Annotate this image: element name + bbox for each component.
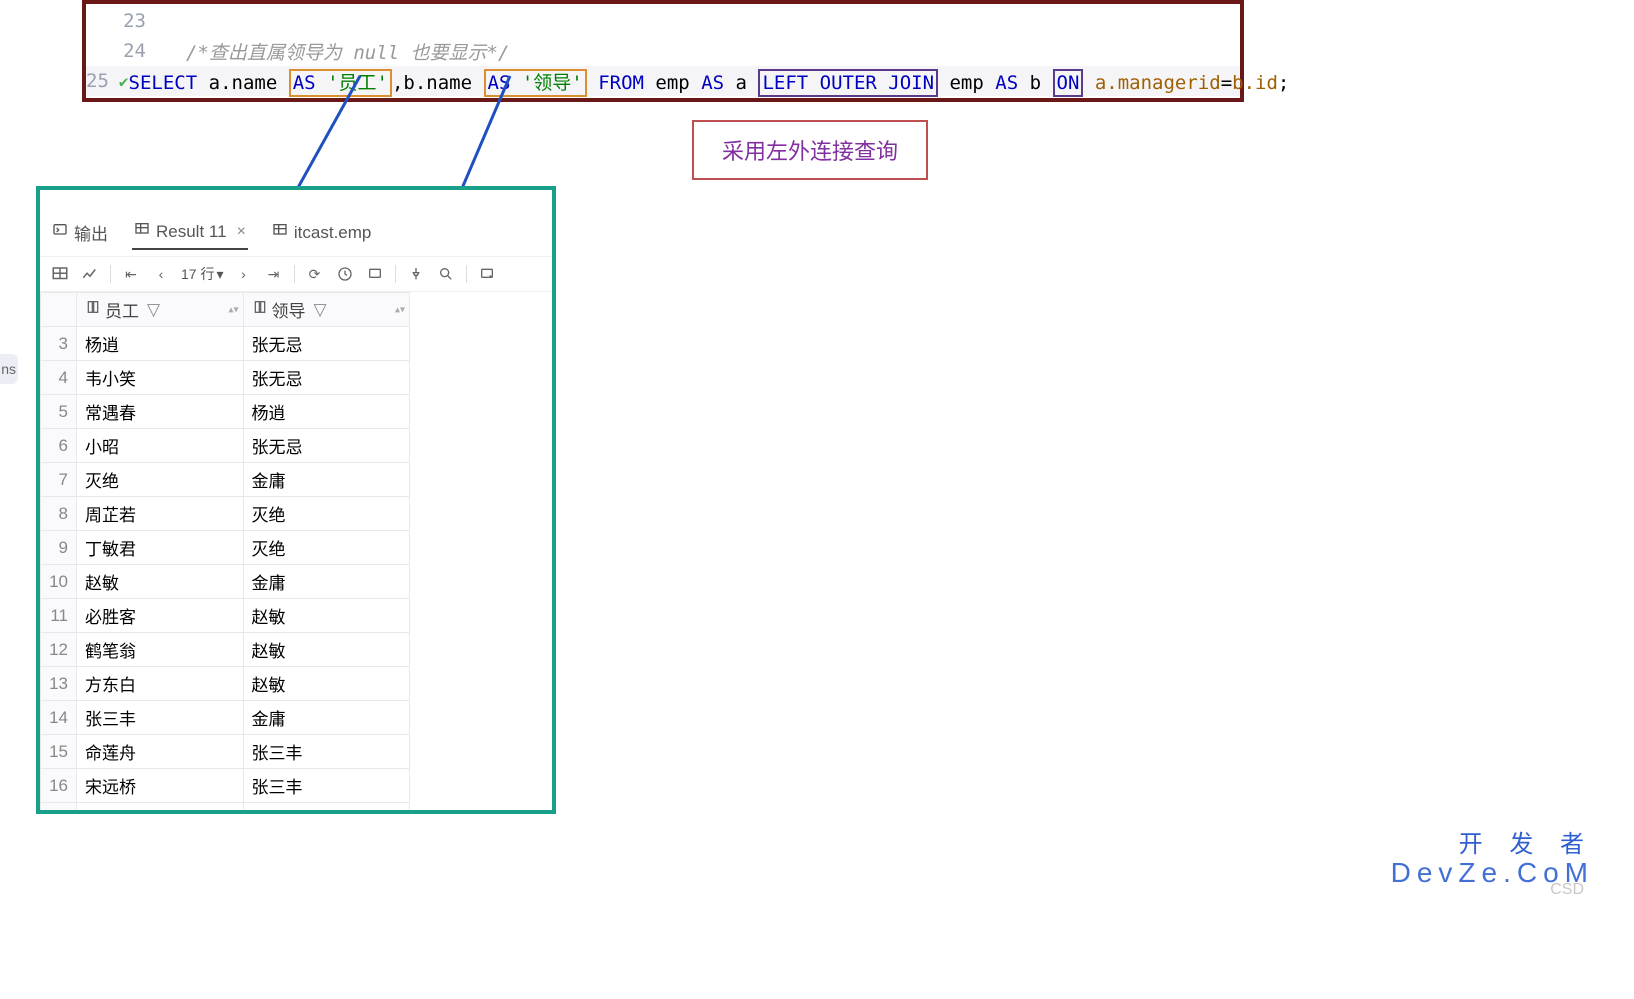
alias-box-2: AS '领导': [484, 69, 587, 97]
col-header-leader[interactable]: 领导 ▽ ▴▾: [243, 293, 410, 327]
export-icon[interactable]: [477, 264, 497, 284]
pin-icon[interactable]: [406, 264, 426, 284]
annotation-callout: 采用左外连接查询: [692, 120, 928, 180]
tab-table[interactable]: itcast.emp: [270, 216, 373, 249]
table-row[interactable]: 10赵敏金庸: [41, 565, 410, 599]
col-header-employee[interactable]: 员工 ▽ ▴▾: [77, 293, 244, 327]
code-editor[interactable]: 23 24 /*查出直属领导为 null 也要显示*/ 25 ✔ SELECT …: [82, 0, 1244, 102]
code-line-24: 24 /*查出直属领导为 null 也要显示*/: [86, 36, 1240, 66]
table-row[interactable]: 6小昭张无忌: [41, 429, 410, 463]
watermark-csdn: CSD: [1550, 881, 1584, 899]
code-line-25[interactable]: 25 ✔ SELECT a.name AS '员工',b.name AS '领导…: [86, 66, 1240, 96]
result-panel: 输出 Result 11 × itcast.emp ⇤ ‹ 17 行 ▾ › ⇥…: [36, 186, 556, 814]
watermark-text-1: 开 发 者: [1459, 824, 1594, 859]
next-page-icon[interactable]: ›: [234, 264, 254, 284]
table-row[interactable]: 14张三丰金庸: [41, 701, 410, 735]
alias-box-1: AS '员工': [289, 69, 392, 97]
filter-icon[interactable]: ▽: [314, 300, 327, 320]
revert-icon[interactable]: [365, 264, 385, 284]
table-row[interactable]: 7灭绝金庸: [41, 463, 410, 497]
table-row[interactable]: 9丁敏君灭绝: [41, 531, 410, 565]
tab-output[interactable]: 输出: [50, 214, 110, 251]
grid-view-icon[interactable]: [50, 264, 70, 284]
chart-view-icon[interactable]: [80, 264, 100, 284]
gutter-check-icon: ✔: [119, 72, 129, 91]
sort-icon[interactable]: ▴▾: [228, 304, 238, 315]
comment-text: /*查出直属领导为 null 也要显示*/: [186, 42, 509, 64]
join-box: LEFT OUTER JOIN: [758, 69, 938, 97]
table-row[interactable]: 4韦小笑张无忌: [41, 361, 410, 395]
callout-text: 采用左外连接查询: [722, 139, 898, 164]
rownum-header: [41, 293, 77, 327]
tab-result[interactable]: Result 11 ×: [132, 215, 248, 250]
kw-select: SELECT: [129, 72, 198, 94]
row-count[interactable]: 17 行 ▾: [181, 264, 224, 284]
table-icon: [272, 222, 288, 243]
table-row[interactable]: 8周芷若灭绝: [41, 497, 410, 531]
line-number: 24: [86, 40, 156, 62]
on-box: ON: [1053, 69, 1084, 97]
last-page-icon[interactable]: ⇥: [264, 264, 284, 284]
table-row[interactable]: 5常遇春杨逍: [41, 395, 410, 429]
table-body: 3杨逍张无忌 4韦小笑张无忌 5常遇春杨逍 6小昭张无忌 7灭绝金庸 8周芷若灭…: [41, 327, 410, 815]
search-icon[interactable]: [436, 264, 456, 284]
table-row[interactable]: 17陈友琮金庸: [41, 803, 410, 815]
refresh-icon[interactable]: ⟳: [305, 264, 325, 284]
table-row[interactable]: 15命莲舟张三丰: [41, 735, 410, 769]
filter-icon[interactable]: ▽: [147, 300, 160, 320]
grid-icon: [134, 221, 150, 242]
line-number: 23: [86, 10, 156, 32]
result-table-wrap[interactable]: 员工 ▽ ▴▾ 领导 ▽ ▴▾ 3杨逍张无忌 4韦小笑张无忌 5常遇春杨逍 6小…: [40, 292, 552, 814]
column-icon: [252, 299, 268, 320]
line-number: 25: [86, 70, 119, 92]
prev-page-icon[interactable]: ‹: [151, 264, 171, 284]
table-row[interactable]: 12鹤笔翁赵敏: [41, 633, 410, 667]
column-icon: [85, 299, 101, 320]
result-tabs: 输出 Result 11 × itcast.emp: [40, 210, 552, 256]
table-row[interactable]: 13方东白赵敏: [41, 667, 410, 701]
table-row[interactable]: 11必胜客赵敏: [41, 599, 410, 633]
table-row[interactable]: 3杨逍张无忌: [41, 327, 410, 361]
close-icon[interactable]: ×: [237, 223, 246, 241]
sql-statement[interactable]: SELECT a.name AS '员工',b.name AS '领导' FRO…: [129, 68, 1290, 95]
chevron-down-icon: ▾: [216, 266, 223, 283]
result-table: 员工 ▽ ▴▾ 领导 ▽ ▴▾ 3杨逍张无忌 4韦小笑张无忌 5常遇春杨逍 6小…: [40, 292, 410, 814]
first-page-icon[interactable]: ⇤: [121, 264, 141, 284]
sort-icon[interactable]: ▴▾: [395, 304, 405, 315]
console-icon: [52, 222, 68, 243]
table-row[interactable]: 16宋远桥张三丰: [41, 769, 410, 803]
panel-stub[interactable]: ns: [0, 354, 18, 384]
clock-icon[interactable]: [335, 264, 355, 284]
code-line-23: 23: [86, 6, 1240, 36]
result-toolbar: ⇤ ‹ 17 行 ▾ › ⇥ ⟳: [40, 256, 552, 292]
